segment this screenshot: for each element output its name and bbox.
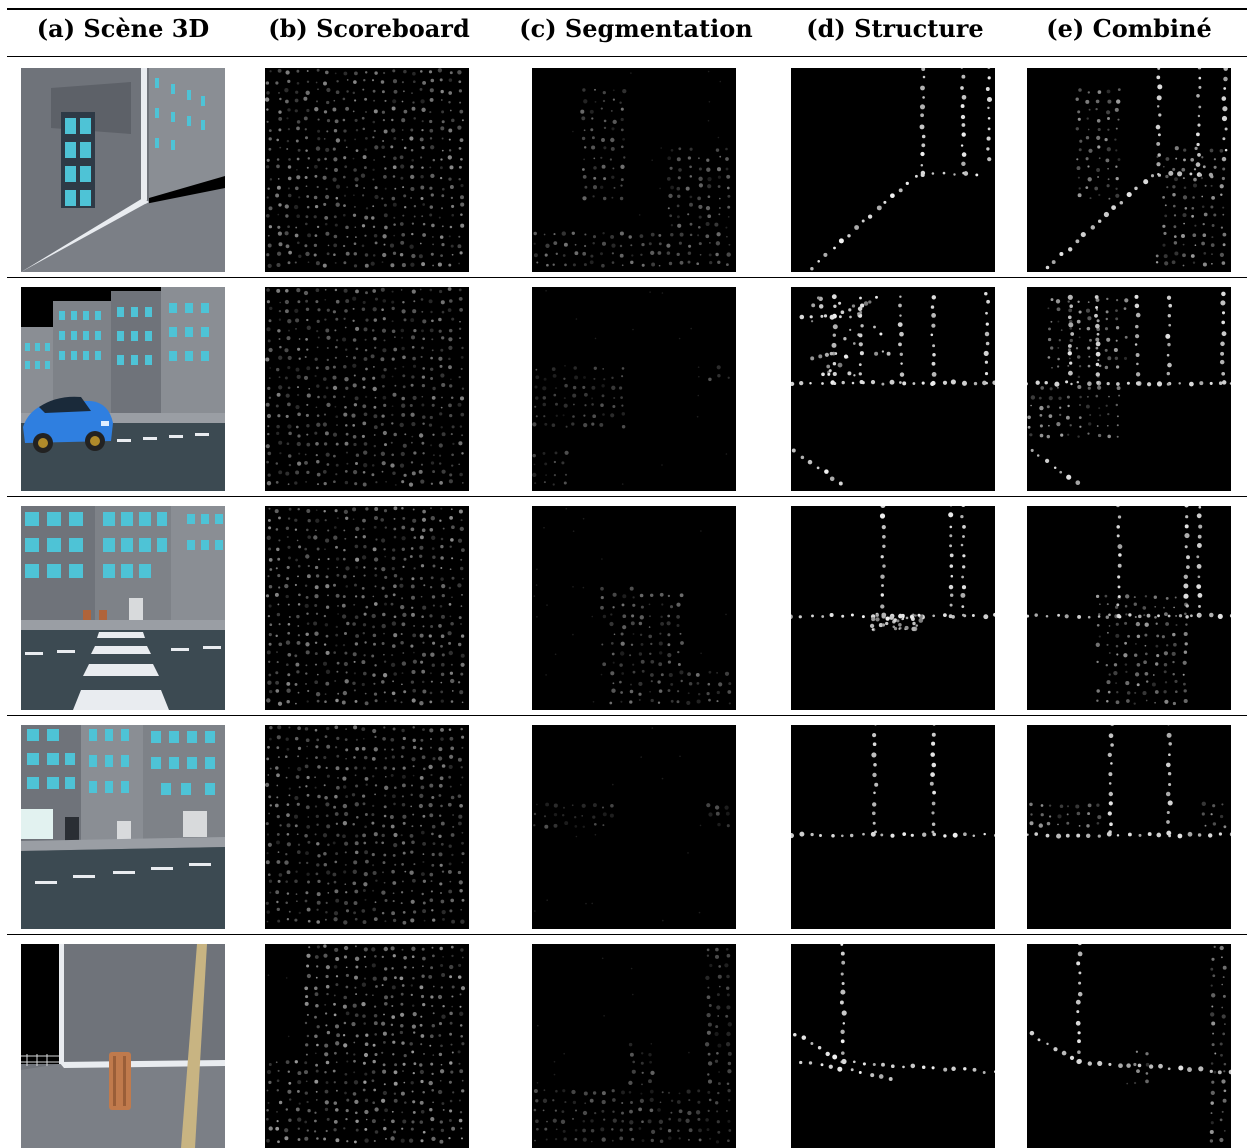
top-rule: [7, 8, 1247, 10]
header-rule: [7, 56, 1247, 57]
segmentation-map-row-3: [532, 506, 736, 710]
combined-map-row-3: [1027, 506, 1231, 710]
column-header-d: (d) Structure: [790, 14, 1000, 43]
column-header-e: (e) Combiné: [1026, 14, 1232, 43]
column-header-b: (b) Scoreboard: [256, 14, 482, 43]
row-separator: [7, 934, 1247, 935]
scoreboard-map-row-4: [265, 725, 469, 929]
scoreboard-map-row-5: [265, 944, 469, 1148]
scene-image-row-5: [21, 944, 225, 1148]
combined-map-row-5: [1027, 944, 1231, 1148]
scoreboard-map-row-1: [265, 68, 469, 272]
row-separator: [7, 715, 1247, 716]
structure-map-row-4: [791, 725, 995, 929]
scene-image-row-1: [21, 68, 225, 272]
scene-image-row-4: [21, 725, 225, 929]
column-header-c: (c) Segmentation: [508, 14, 764, 43]
structure-map-row-1: [791, 68, 995, 272]
segmentation-map-row-1: [532, 68, 736, 272]
segmentation-map-row-4: [532, 725, 736, 929]
column-header-a: (a) Scène 3D: [20, 14, 226, 43]
scoreboard-map-row-2: [265, 287, 469, 491]
combined-map-row-1: [1027, 68, 1231, 272]
row-separator: [7, 496, 1247, 497]
structure-map-row-5: [791, 944, 995, 1148]
row-separator: [7, 277, 1247, 278]
segmentation-map-row-5: [532, 944, 736, 1148]
structure-map-row-2: [791, 287, 995, 491]
scene-image-row-2: [21, 287, 225, 491]
combined-map-row-4: [1027, 725, 1231, 929]
segmentation-map-row-2: [532, 287, 736, 491]
structure-map-row-3: [791, 506, 995, 710]
scoreboard-map-row-3: [265, 506, 469, 710]
scene-image-row-3: [21, 506, 225, 710]
combined-map-row-2: [1027, 287, 1231, 491]
